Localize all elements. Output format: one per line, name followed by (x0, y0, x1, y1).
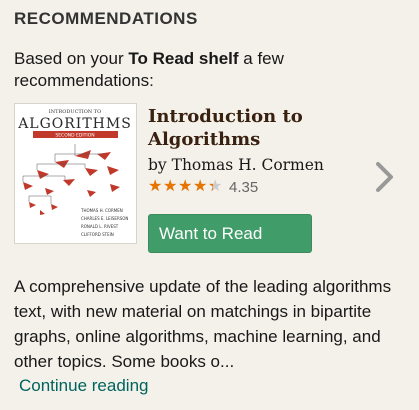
star-fill: ★ (193, 179, 208, 195)
star-fill: ★ (148, 179, 163, 195)
book-cover[interactable]: INTRODUCTION TO ALGORITHMS SECOND EDITIO… (14, 103, 137, 244)
star-fill: ★ (208, 179, 213, 195)
star-fill: ★ (163, 179, 178, 195)
star-icon: ★★ (208, 179, 223, 195)
cover-author-2: CHARLES E. LEISERSON (81, 216, 128, 221)
book-cover-art: INTRODUCTION TO ALGORITHMS SECOND EDITIO… (17, 109, 132, 237)
author-prefix: by (148, 156, 172, 174)
book-description: A comprehensive update of the leading al… (14, 277, 392, 371)
star-icon: ★★ (148, 179, 163, 195)
average-rating: 4.35 (229, 178, 259, 196)
cover-author-1: THOMAS H. CORMEN (80, 208, 123, 213)
chevron-right-icon[interactable] (372, 159, 398, 195)
star-icon: ★★ (163, 179, 178, 195)
want-to-read-button[interactable]: Want to Read (148, 214, 312, 253)
recommendation-intro: Based on your To Read shelf a few recomm… (14, 48, 404, 92)
star-rating: ★★★★★★★★★★ (148, 179, 223, 195)
star-icon: ★★ (178, 179, 193, 195)
cover-main-text: ALGORITHMS (17, 116, 132, 132)
cover-author-3: RONALD L. RIVEST (81, 224, 119, 229)
rating-row: ★★★★★★★★★★ 4.35 (148, 178, 258, 196)
section-title: RECOMMENDATIONS (14, 9, 198, 28)
book-title[interactable]: Introduction to Algorithms (148, 105, 368, 151)
intro-prefix: Based on your (14, 49, 129, 68)
book-author: by Thomas H. Cormen (148, 156, 324, 174)
continue-reading-link[interactable]: Continue reading (19, 376, 148, 396)
cover-author-4: CLIFFORD STEIN (81, 232, 114, 237)
star-icon: ★★ (193, 179, 208, 195)
cover-mobile-shapes (23, 150, 120, 215)
cover-edition-text: SECOND EDITION (55, 133, 94, 139)
cover-top-text: INTRODUCTION TO (49, 109, 101, 115)
star-fill: ★ (178, 179, 193, 195)
author-link[interactable]: Thomas H. Cormen (172, 156, 324, 174)
to-read-shelf-link[interactable]: To Read shelf (128, 49, 238, 68)
